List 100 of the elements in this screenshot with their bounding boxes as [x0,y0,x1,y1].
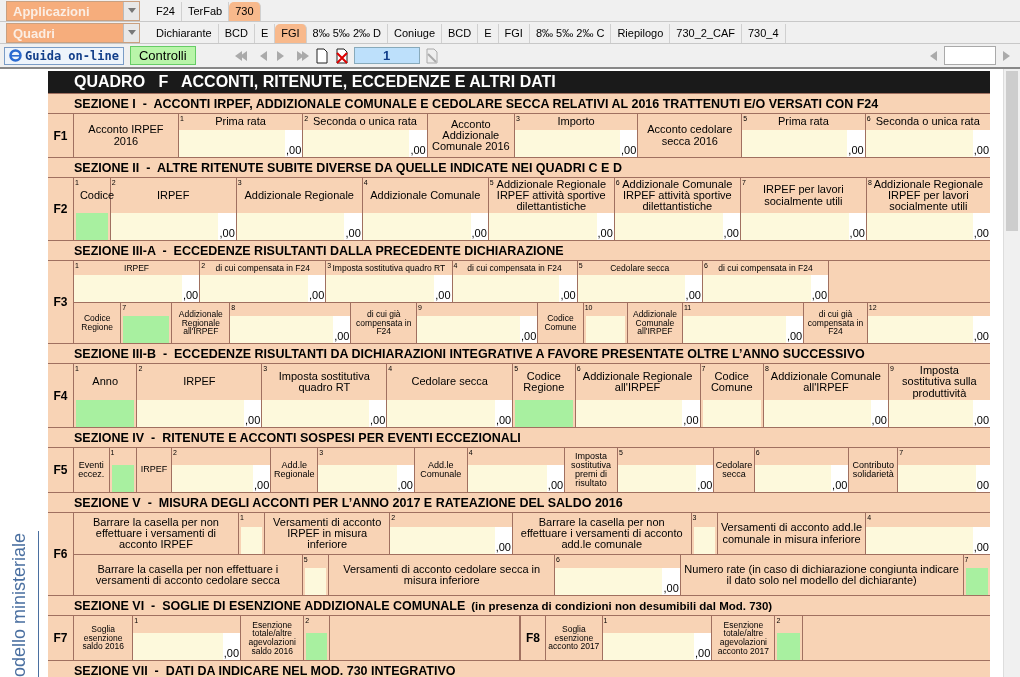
amount-field[interactable] [764,400,871,427]
amount-field[interactable] [555,568,663,595]
tab[interactable]: FGI [275,24,307,43]
amount-field[interactable] [898,465,976,492]
decimal-suffix: ,00 [218,227,236,240]
help-button[interactable]: Guida on-line [4,46,124,65]
amount-field[interactable] [865,130,973,157]
amount-field[interactable] [575,400,683,427]
amount-field[interactable] [754,465,832,492]
amount-field[interactable] [867,316,973,343]
amount-field[interactable] [236,213,345,240]
page-number-field[interactable]: 1 [353,47,420,64]
decimal-suffix: ,00 [434,289,452,302]
decimal-suffix: ,00 [870,414,888,427]
field-label: Barrare la casella per non effettuare i versamenti di acconto add.le comunale [513,513,692,554]
amount-field[interactable] [262,400,369,427]
code-field[interactable] [240,527,263,554]
decimal-suffix: 00 [975,479,990,492]
amount-field[interactable] [682,316,786,343]
amount-field[interactable] [171,465,253,492]
amount-field[interactable] [303,130,410,157]
checks-button[interactable]: Controlli [129,46,196,65]
field-caption: Addizionale Regionale IRPEF attività sportive dilettantistiche [495,178,607,213]
field-caption: Imposta sostitutiva quadro RT [277,370,371,394]
amount-field[interactable] [452,275,560,302]
field-caption: Seconda o unica rata [311,116,418,128]
decimal-suffix: ,00 [693,647,712,660]
decimal-suffix: ,00 [470,227,488,240]
amount-field[interactable] [387,400,495,427]
code-field[interactable] [76,400,135,427]
code-field[interactable] [306,633,327,660]
amount-field[interactable] [488,213,597,240]
decimal-suffix: ,00 [181,289,200,302]
decimal-suffix: ,00 [559,289,577,302]
decimal-suffix: ,00 [972,227,990,240]
amount-field[interactable] [137,400,245,427]
tab[interactable]: Riepilogo [611,24,671,43]
code-field[interactable] [693,527,715,554]
amount-field[interactable] [318,465,397,492]
tab[interactable]: BCD [442,24,479,43]
amount-field[interactable] [617,465,697,492]
amount-field[interactable] [74,275,182,302]
amount-field[interactable] [200,275,309,302]
amount-field[interactable] [326,275,435,302]
tab[interactable]: BCD [218,24,255,43]
amount-field[interactable] [133,633,223,660]
section-title: SEZIONE III-B - ECCEDENZE RISULTANTI DA DICHIARAZIONI INTEGRATIVE A FAVORE PRESENTATE OLTRE L’ANNO SUCCESSIVO [74,347,865,361]
delete-page-icon[interactable] [333,47,350,64]
field-label: Barrare la casella per non effettuare i versamenti di acconto IRPEF [74,513,239,554]
amount-field[interactable] [178,130,285,157]
amount-field[interactable] [577,275,685,302]
field-caption: Addizionale Comunale all'IRPEF [769,370,882,394]
code-field[interactable] [585,316,625,343]
tab[interactable]: 8‰ 5‰ 2‰ D [306,24,389,43]
field-caption: Addizionale Comunale IRPEF attività sportive dilettantistiche [621,178,734,213]
amount-field[interactable] [866,527,973,554]
field-caption: Prima rata [214,116,267,128]
code-field[interactable] [702,400,761,427]
field-caption: Prima rata [777,116,830,128]
tab[interactable]: E [478,24,499,43]
amount-field[interactable] [362,213,471,240]
code-field[interactable] [965,568,988,595]
amount-field[interactable] [110,213,219,240]
field-caption: Anno [91,376,120,388]
code-field[interactable] [111,465,135,492]
scrollbar[interactable] [1003,69,1020,677]
amount-field[interactable] [614,213,723,240]
amount-field[interactable] [390,527,495,554]
decimal-suffix: ,00 [546,479,565,492]
tab[interactable]: F24 [150,2,182,21]
tab[interactable]: FGI [498,24,530,43]
decimal-suffix: ,00 [519,330,538,343]
field-caption: Imposta sostitutiva sulla produttività [901,365,978,399]
section-title: SEZIONE I - ACCONTI IRPEF, ADDIZIONALE COMUNALE E CEDOLARE SECCA RELATIVI AL 2016 TRATTENUTI E/O VERSATI CON F24 [74,97,879,111]
tab[interactable]: 730_2_CAF [670,24,742,43]
amount-field[interactable] [417,316,520,343]
code-field[interactable] [777,633,800,660]
amount-field[interactable] [230,316,334,343]
amount-field[interactable] [740,213,849,240]
amount-field[interactable] [742,130,848,157]
search-field[interactable] [944,46,996,65]
decimal-suffix: ,00 [847,144,865,157]
amount-field[interactable] [866,213,973,240]
decimal-suffix: ,00 [848,227,866,240]
code-field[interactable] [123,316,170,343]
tab[interactable]: Coniuge [388,24,442,43]
tab[interactable]: 8‰ 5‰ 2‰ C [529,24,612,43]
amount-field[interactable] [514,130,621,157]
amount-field[interactable] [467,465,547,492]
code-field[interactable] [304,568,327,595]
tab[interactable]: Dichiarante [150,24,219,43]
field-caption: Addizionale Regionale IRPEF per lavori socialmente utili [872,178,985,213]
code-field[interactable] [515,400,573,427]
amount-field[interactable] [702,275,811,302]
new-page-icon[interactable] [313,47,330,64]
code-field[interactable] [76,213,108,240]
tab[interactable]: 730 [229,2,261,21]
tab[interactable]: 730_4 [742,24,786,43]
amount-field[interactable] [602,633,694,660]
amount-field[interactable] [888,400,973,427]
